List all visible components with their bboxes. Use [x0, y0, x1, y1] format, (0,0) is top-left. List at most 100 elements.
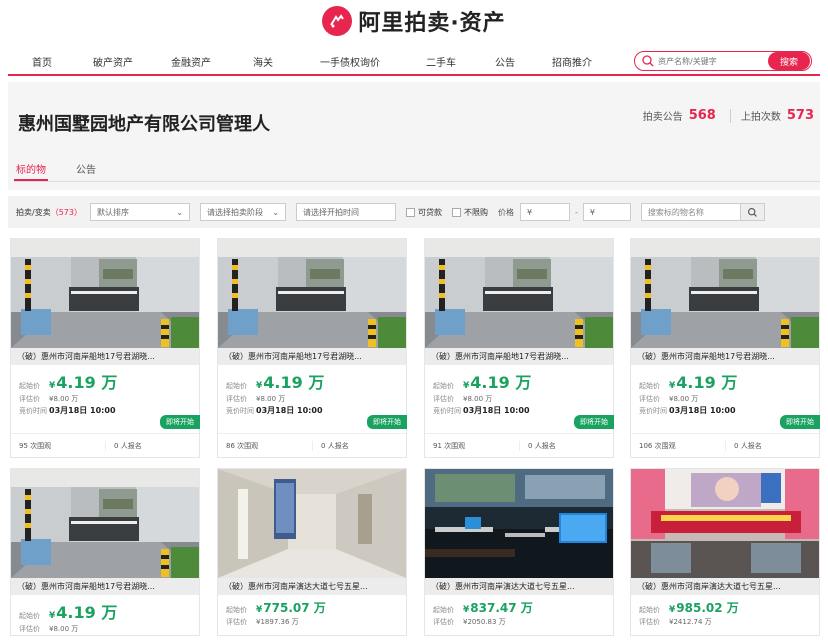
- price-max-input[interactable]: ¥: [582, 203, 631, 221]
- stage-select[interactable]: 请选择拍卖阶段 ⌄: [199, 203, 286, 221]
- signup-count: 0 人报名: [105, 440, 199, 451]
- card-image[interactable]: [631, 239, 819, 348]
- start-price-label: 起始价: [433, 606, 454, 614]
- stat-announcements-value: 568: [688, 108, 716, 123]
- auction-card[interactable]: （破）惠州市河南岸船地17号君湖晓... 起始价 ¥4.19 万 评估价 ¥8.00…: [424, 238, 614, 458]
- item-search-button[interactable]: [739, 204, 764, 220]
- card-image[interactable]: [11, 469, 199, 578]
- price-label: 价格: [497, 207, 514, 217]
- bid-time: 03月18日 10:00: [463, 406, 530, 415]
- nav-customs[interactable]: 海关: [232, 54, 294, 69]
- chevron-down-icon: ⌄: [176, 207, 183, 217]
- start-price-label: 起始价: [19, 612, 40, 620]
- eval-price: ¥8.00 万: [49, 625, 79, 633]
- nav-home[interactable]: 首页: [8, 54, 76, 69]
- card-body: 起始价 ¥4.19 万 评估价 ¥8.00 万: [11, 595, 199, 635]
- nav-announcements[interactable]: 公告: [476, 54, 534, 69]
- status-badge: 即将开始: [574, 415, 614, 429]
- card-image[interactable]: [218, 469, 406, 578]
- signup-count: 0 人报名: [519, 440, 613, 451]
- start-price-label: 起始价: [19, 382, 40, 390]
- tab-announcements[interactable]: 公告: [74, 158, 98, 181]
- start-price-label: 起始价: [433, 382, 454, 390]
- status-badge: 即将开始: [780, 415, 820, 429]
- eval-price-label: 评估价: [639, 618, 660, 626]
- card-body: 起始价 ¥4.19 万 评估价 ¥8.00 万 竞价时间 03月18日 10:00 即…: [631, 365, 820, 433]
- signup-count: 0 人报名: [312, 440, 406, 451]
- card-footer: 86 次围观 0 人报名: [218, 433, 406, 457]
- view-count: 91 次围观: [433, 441, 466, 450]
- price-min-input[interactable]: ¥: [519, 203, 570, 221]
- nav-financial-assets[interactable]: 金融资产: [150, 54, 232, 69]
- nav-debt-inquiry[interactable]: 一手债权询价: [294, 54, 406, 69]
- item-search-input[interactable]: 搜索标的物名称: [642, 207, 740, 218]
- card-title[interactable]: （破）惠州市河南岸船地17号君湖晓...: [218, 348, 406, 365]
- card-image[interactable]: [631, 469, 819, 578]
- auction-card[interactable]: （破）惠州市河南岸船地17号君湖晓... 起始价 ¥4.19 万 评估价 ¥8.00…: [10, 238, 200, 458]
- eval-price-label: 评估价: [433, 395, 454, 403]
- eval-price-label: 评估价: [19, 625, 40, 633]
- start-price: ¥837.47 万: [463, 601, 533, 615]
- card-title[interactable]: （破）惠州市河南岸演达大道七号五星...: [425, 578, 613, 595]
- nav-used-cars[interactable]: 二手车: [406, 54, 476, 69]
- card-footer: 106 次围观 0 人报名: [631, 433, 819, 457]
- eval-price: ¥8.00 万: [669, 395, 699, 403]
- start-price: ¥4.19 万: [49, 373, 118, 392]
- top-search-button[interactable]: 搜索: [768, 52, 810, 70]
- no-limit-checkbox[interactable]: 不限购: [451, 207, 488, 218]
- start-price: ¥775.07 万: [256, 601, 326, 615]
- auction-card[interactable]: （破）惠州市河南岸演达大道七号五星... 起始价 ¥775.07 万 评估价 ¥18…: [217, 468, 407, 636]
- stat-listings-value: 573: [786, 108, 814, 123]
- card-body: 起始价 ¥4.19 万 评估价 ¥8.00 万 竞价时间 03月18日 10:00 即…: [425, 365, 614, 433]
- card-title[interactable]: （破）惠州市河南岸船地17号君湖晓...: [631, 348, 819, 365]
- loan-checkbox[interactable]: 可贷款: [405, 207, 442, 218]
- card-title[interactable]: （破）惠州市河南岸船地17号君湖晓...: [425, 348, 613, 365]
- auction-card[interactable]: （破）惠州市河南岸船地17号君湖晓... 起始价 ¥4.19 万 评估价 ¥8.00…: [10, 468, 200, 636]
- eval-price: ¥8.00 万: [463, 395, 493, 403]
- logo-text[interactable]: 阿里拍卖·资产: [358, 5, 505, 37]
- card-body: 起始价 ¥837.47 万 评估价 ¥2050.83 万: [425, 595, 613, 635]
- card-title[interactable]: （破）惠州市河南岸演达大道七号五星...: [631, 578, 819, 595]
- top-search-input[interactable]: [655, 52, 768, 70]
- card-title[interactable]: （破）惠州市河南岸船地17号君湖晓...: [11, 578, 199, 595]
- auction-card[interactable]: （破）惠州市河南岸船地17号君湖晓... 起始价 ¥4.19 万 评估价 ¥8.00…: [630, 238, 820, 458]
- nav-bankruptcy-assets[interactable]: 破产资产: [76, 54, 150, 69]
- card-image[interactable]: [425, 239, 613, 348]
- start-price: ¥985.02 万: [669, 601, 739, 615]
- bid-time-label: 竞价时间: [226, 406, 254, 415]
- stats: 拍卖公告 568 上拍次数 573: [643, 108, 814, 123]
- start-price-label: 起始价: [226, 606, 247, 614]
- start-price-label: 起始价: [226, 382, 247, 390]
- tab-items[interactable]: 标的物: [14, 158, 48, 181]
- view-count: 106 次围观: [639, 441, 676, 450]
- price-dash: -: [574, 207, 578, 217]
- page-title: 惠州国墅园地产有限公司管理人: [18, 114, 270, 135]
- main-nav: 首页 破产资产 金融资产 海关 一手债权询价 二手车 公告 招商推介 搜索: [8, 48, 820, 76]
- sort-select[interactable]: 默认排序 ⌄: [89, 203, 190, 221]
- card-title[interactable]: （破）惠州市河南岸演达大道七号五星...: [218, 578, 406, 595]
- status-badge: 即将开始: [367, 415, 407, 429]
- filter-type-label: 拍卖/变卖（573）: [16, 207, 82, 217]
- nav-investment[interactable]: 招商推介: [534, 54, 610, 69]
- item-search[interactable]: 搜索标的物名称: [640, 203, 765, 221]
- card-body: 起始价 ¥4.19 万 评估价 ¥8.00 万 竞价时间 03月18日 10:00 即…: [11, 365, 200, 433]
- card-image[interactable]: [425, 469, 613, 578]
- auction-logo-icon: [322, 6, 353, 36]
- auction-card[interactable]: （破）惠州市河南岸演达大道七号五星... 起始价 ¥837.47 万 评估价 ¥20…: [424, 468, 614, 636]
- start-price: ¥4.19 万: [49, 603, 118, 622]
- start-price-label: 起始价: [639, 606, 660, 614]
- filter-bar: 拍卖/变卖（573） 默认排序 ⌄ 请选择拍卖阶段 ⌄ 请选择开拍时间 可贷款 不限…: [8, 196, 820, 228]
- eval-price-label: 评估价: [433, 618, 454, 626]
- filter-count: （573）: [50, 207, 82, 217]
- card-title[interactable]: （破）惠州市河南岸船地17号君湖晓...: [11, 348, 199, 365]
- stat-announcements-label: 拍卖公告: [642, 112, 683, 123]
- time-select[interactable]: 请选择开拍时间: [295, 203, 396, 221]
- eval-price: ¥8.00 万: [49, 395, 79, 403]
- auction-card[interactable]: （破）惠州市河南岸演达大道七号五星... 起始价 ¥985.02 万 评估价 ¥24…: [630, 468, 820, 636]
- eval-price-label: 评估价: [639, 395, 660, 403]
- search-icon: [747, 207, 757, 217]
- auction-card[interactable]: （破）惠州市河南岸船地17号君湖晓... 起始价 ¥4.19 万 评估价 ¥8.00…: [217, 238, 407, 458]
- card-image[interactable]: [11, 239, 199, 348]
- eval-price: ¥2412.74 万: [669, 618, 712, 626]
- card-image[interactable]: [218, 239, 406, 348]
